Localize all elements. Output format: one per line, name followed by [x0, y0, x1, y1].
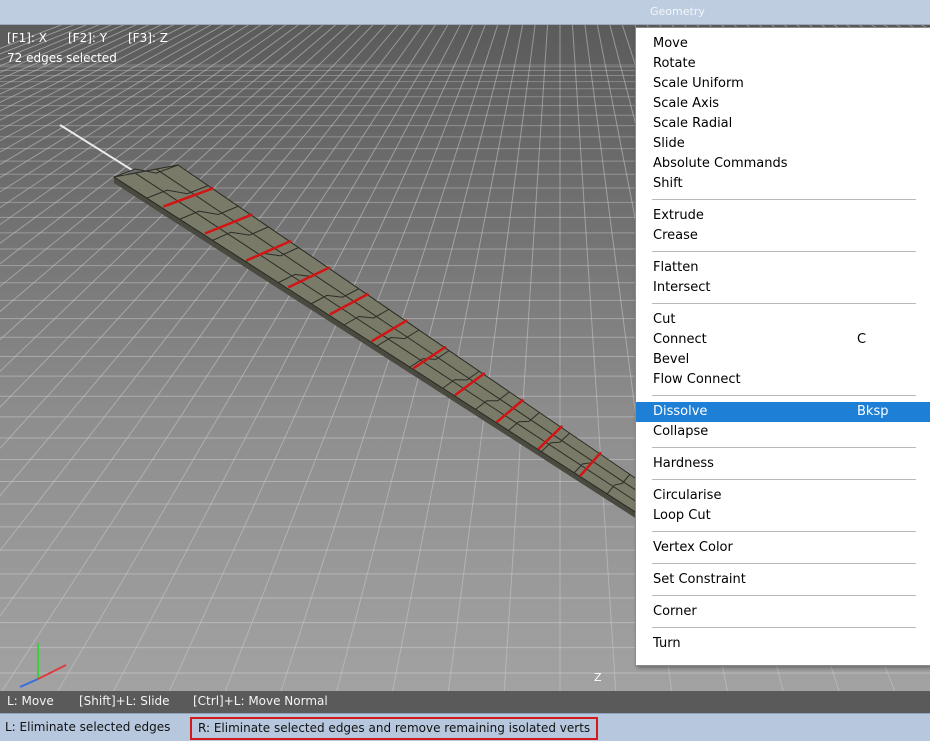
- menu-separator: [652, 627, 916, 628]
- left-click-hint: L: Move: [7, 694, 54, 708]
- menu-item-label: Slide: [653, 136, 685, 151]
- menu-item-label: Bevel: [653, 352, 690, 367]
- menu-item-label: Shift: [653, 176, 683, 191]
- menu-item-scale-axis[interactable]: Scale Axis: [636, 94, 930, 114]
- menu-item-collapse[interactable]: Collapse: [636, 422, 930, 442]
- shortcut-y-hint: [F2]: Y: [68, 31, 108, 45]
- menu-item-label: Absolute Commands: [653, 156, 788, 171]
- menu-item-label: Scale Axis: [653, 96, 720, 111]
- status-left-hint: L: Eliminate selected edges: [5, 720, 171, 734]
- menu-item-connect[interactable]: Connect C: [636, 330, 930, 350]
- menu-item-extrude[interactable]: Extrude: [636, 206, 930, 226]
- modeler-window: Geometry [F1]: X [F2]: Y [F3]: Z 72 edge…: [0, 0, 930, 741]
- menu-item-label: Circularise: [653, 488, 722, 503]
- menu-separator: [652, 479, 916, 480]
- menu-item-dissolve[interactable]: Dissolve Bksp: [636, 402, 930, 422]
- menu-item-circularise[interactable]: Circularise: [636, 486, 930, 506]
- selection-count: 72 edges selected: [7, 51, 117, 65]
- menu-item-shortcut: Bksp: [857, 404, 889, 419]
- menu-item-label: Dissolve: [653, 404, 708, 419]
- menu-item-move[interactable]: Move: [636, 34, 930, 54]
- panel-header: Geometry: [0, 0, 930, 25]
- menu-item-label: Corner: [653, 604, 697, 619]
- geometry-context-menu: Move Rotate Scale Uniform Scale Axis Scale R…: [635, 27, 930, 666]
- menu-item-shift[interactable]: Shift: [636, 174, 930, 194]
- menu-item-intersect[interactable]: Intersect: [636, 278, 930, 298]
- ctrl-click-hint: [Ctrl]+L: Move Normal: [193, 694, 328, 708]
- menu-item-label: Turn: [653, 636, 681, 651]
- shortcut-z-hint: [F3]: Z: [128, 31, 168, 45]
- menu-separator: [652, 595, 916, 596]
- menu-item-label: Crease: [653, 228, 698, 243]
- menu-separator: [652, 395, 916, 396]
- menu-item-label: Collapse: [653, 424, 709, 439]
- menu-item-label: Connect: [653, 332, 707, 347]
- mesh-edge: [134, 172, 647, 509]
- menu-item-label: Set Constraint: [653, 572, 746, 587]
- shortcut-x-hint: [F1]: X: [7, 31, 47, 45]
- menu-item-label: Hardness: [653, 456, 714, 471]
- menu-item-label: Vertex Color: [653, 540, 733, 555]
- axis-x-line: [37, 664, 67, 680]
- menu-separator: [652, 563, 916, 564]
- menu-item-label: Cut: [653, 312, 676, 327]
- mesh-strip-side: [114, 177, 640, 521]
- menu-separator: [652, 531, 916, 532]
- helper-line: [59, 124, 133, 171]
- menu-item-flatten[interactable]: Flatten: [636, 258, 930, 278]
- panel-title: Geometry: [650, 5, 705, 18]
- menu-item-flow-connect[interactable]: Flow Connect: [636, 370, 930, 390]
- menu-item-label: Move: [653, 36, 688, 51]
- menu-item-set-constraint[interactable]: Set Constraint: [636, 570, 930, 590]
- menu-item-vertex-color[interactable]: Vertex Color: [636, 538, 930, 558]
- menu-item-shortcut: C: [857, 332, 867, 347]
- menu-item-label: Loop Cut: [653, 508, 711, 523]
- menu-item-label: Flatten: [653, 260, 699, 275]
- menu-item-crease[interactable]: Crease: [636, 226, 930, 246]
- menu-item-loop-cut[interactable]: Loop Cut: [636, 506, 930, 526]
- menu-separator: [652, 447, 916, 448]
- mesh-edge: [155, 168, 654, 503]
- menu-separator: [652, 199, 916, 200]
- menu-item-corner[interactable]: Corner: [636, 602, 930, 622]
- shift-click-hint: [Shift]+L: Slide: [79, 694, 170, 708]
- status-bar: L: Eliminate selected edges R: Eliminate…: [0, 713, 930, 741]
- menu-separator: [652, 251, 916, 252]
- axis-z-label: Z: [594, 671, 602, 684]
- menu-item-hardness[interactable]: Hardness: [636, 454, 930, 474]
- menu-item-slide[interactable]: Slide: [636, 134, 930, 154]
- menu-separator: [652, 303, 916, 304]
- menu-item-label: Scale Radial: [653, 116, 733, 131]
- menu-item-cut[interactable]: Cut: [636, 310, 930, 330]
- axis-z-line: [19, 678, 39, 688]
- mouse-hint-bar: L: Move [Shift]+L: Slide [Ctrl]+L: Move …: [0, 691, 930, 713]
- status-right-hint: R: Eliminate selected edges and remove r…: [190, 717, 599, 740]
- menu-item-scale-uniform[interactable]: Scale Uniform: [636, 74, 930, 94]
- menu-item-absolute-commands[interactable]: Absolute Commands: [636, 154, 930, 174]
- menu-item-rotate[interactable]: Rotate: [636, 54, 930, 74]
- menu-item-label: Extrude: [653, 208, 704, 223]
- menu-item-turn[interactable]: Turn: [636, 634, 930, 654]
- menu-item-label: Rotate: [653, 56, 696, 71]
- menu-item-label: Intersect: [653, 280, 711, 295]
- menu-item-scale-radial[interactable]: Scale Radial: [636, 114, 930, 134]
- menu-item-bevel[interactable]: Bevel: [636, 350, 930, 370]
- menu-item-label: Scale Uniform: [653, 76, 744, 91]
- menu-item-label: Flow Connect: [653, 372, 741, 387]
